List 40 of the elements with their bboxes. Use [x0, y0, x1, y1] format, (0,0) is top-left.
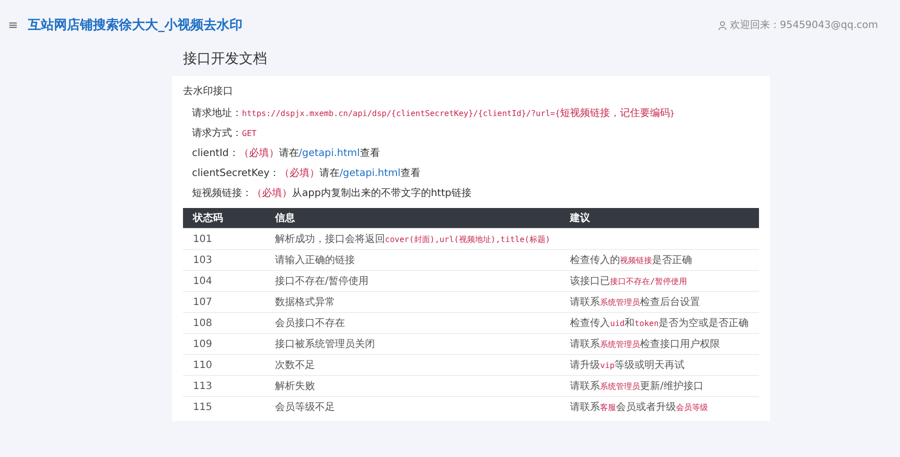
info-cell: 请输入正确的链接 [265, 250, 560, 270]
advice-cell: 请升级vip等级或明天再试 [560, 354, 759, 376]
column-header: 状态码 [183, 208, 265, 228]
card-title: 去水印接口 [183, 84, 234, 98]
advice-cell: 请联系客服会员或者升级会员等级 [560, 396, 759, 417]
advice-cell: 请联系系统管理员更新/维护接口 [560, 376, 759, 396]
param-line: 请求方式：GET [192, 126, 256, 141]
advice-cell: 检查传入的视频链接是否正确 [560, 250, 759, 270]
info-cell: 解析失败 [265, 376, 560, 396]
status-code-cell: 109 [183, 334, 265, 354]
advice-cell: 检查传入uid和token是否为空或是否正确 [560, 312, 759, 334]
site-title[interactable]: 互站网店铺搜索徐大大_小视频去水印 [28, 16, 708, 34]
status-code-cell: 108 [183, 312, 265, 334]
status-code-cell: 101 [183, 228, 265, 250]
info-cell: 次数不足 [265, 354, 560, 376]
info-cell: 会员接口不存在 [265, 312, 560, 334]
status-code-cell: 110 [183, 354, 265, 376]
param-line: 短视频链接：（必填）从app内复制出来的不带文字的http链接 [192, 186, 472, 201]
info-cell: 接口不存在/暂停使用 [265, 270, 560, 292]
status-code-cell: 103 [183, 250, 265, 270]
param-line: clientId：（必填）请在/getapi.html查看 [192, 146, 380, 161]
status-code-cell: 113 [183, 376, 265, 396]
advice-cell: 该接口已接口不存在/暂停使用 [560, 270, 759, 292]
info-cell: 接口被系统管理员关闭 [265, 334, 560, 354]
page-heading: 接口开发文档 [183, 50, 268, 68]
status-code-cell: 115 [183, 396, 265, 417]
info-cell: 会员等级不足 [265, 396, 560, 417]
column-header: 信息 [265, 208, 560, 228]
column-header: 建议 [560, 208, 759, 228]
info-cell: 解析成功，接口会将返回cover(封面),url(视频地址),title(标题) [265, 228, 560, 250]
status-code-cell: 107 [183, 292, 265, 312]
status-code-cell: 104 [183, 270, 265, 292]
menu-icon[interactable]: ≡ [8, 18, 18, 32]
welcome-user: 欢迎回来：95459043@qq.com [730, 18, 878, 32]
advice-cell: 请联系系统管理员检查后台设置 [560, 292, 759, 312]
info-cell: 数据格式异常 [265, 292, 560, 312]
user-icon [718, 20, 727, 30]
advice-cell: 请联系系统管理员检查接口用户权限 [560, 334, 759, 354]
param-line: 请求地址：https://dspjx.mxemb.cn/api/dsp/{clientSecretKey}/{clientId}/?url={短视频链接，记住要编码} [192, 106, 675, 121]
param-line: clientSecretKey：（必填）请在/getapi.html查看 [192, 166, 421, 181]
